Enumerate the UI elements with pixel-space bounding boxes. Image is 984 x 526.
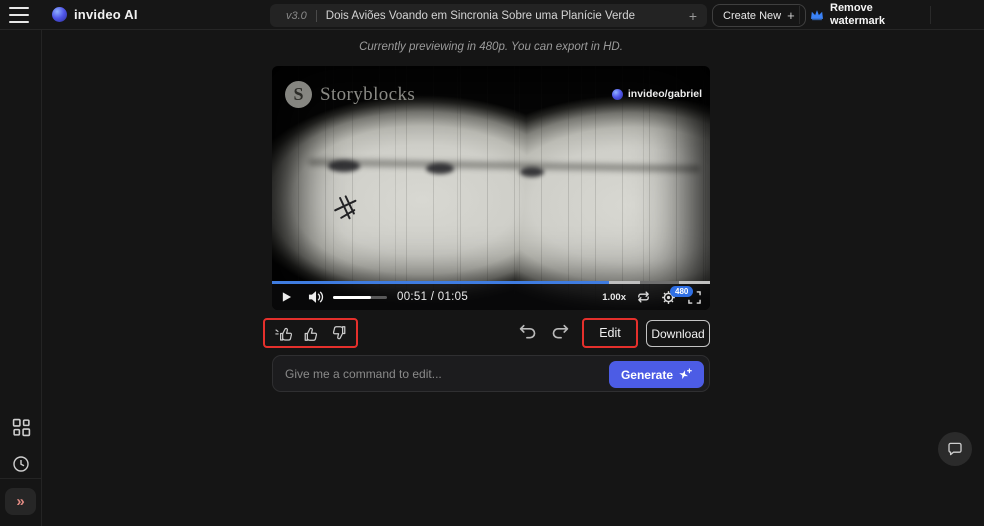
control-bar: 00:51 / 01:05 1.00x 480 — [272, 284, 710, 310]
seek-bar-segment — [639, 281, 680, 284]
play-button[interactable] — [281, 291, 292, 303]
redo-button[interactable] — [550, 324, 569, 340]
brand: invideo AI — [52, 7, 138, 22]
volume-button[interactable] — [308, 290, 325, 304]
support-chat-button[interactable] — [938, 432, 972, 466]
undo-button[interactable] — [519, 324, 538, 340]
left-sidebar: » — [0, 30, 42, 526]
create-new-label: Create New — [723, 9, 782, 22]
expand-sidebar-button[interactable]: » — [5, 488, 36, 515]
crown-icon — [811, 10, 823, 21]
undo-icon — [519, 324, 536, 339]
generate-button[interactable]: Generate — [608, 361, 704, 388]
project-title: Dois Aviões Voando em Sincronia Sobre um… — [325, 9, 635, 22]
edit-button[interactable]: Edit — [584, 320, 636, 346]
invideo-logo-icon — [52, 7, 67, 22]
generate-label: Generate — [620, 367, 673, 382]
thumbs-up-icon — [304, 327, 318, 341]
thumbs-up-button[interactable] — [303, 325, 320, 342]
sparkle-icon — [679, 368, 692, 380]
history-clock-icon — [13, 456, 29, 472]
storyblocks-label: Storyblocks — [320, 83, 416, 105]
seek-bar[interactable] — [272, 281, 710, 284]
project-title-bar[interactable]: v3.0 Dois Aviões Voando em Sincronia Sob… — [270, 4, 707, 27]
video-controls: 00:51 / 01:05 1.00x 480 — [272, 281, 710, 310]
loop-button[interactable] — [636, 290, 651, 304]
thumbs-down-button[interactable] — [330, 325, 347, 342]
command-bar: Generate — [272, 355, 710, 392]
distant-plane-blur — [520, 167, 544, 177]
version-label: v3.0 — [286, 9, 307, 22]
download-button[interactable]: Download — [646, 320, 710, 347]
top-header: invideo AI v3.0 Dois Aviões Voando em Si… — [0, 0, 984, 30]
playback-speed-button[interactable]: 1.00x — [602, 292, 626, 303]
storyblocks-watermark: S Storyblocks — [285, 81, 415, 108]
invideo-logo-icon — [611, 88, 623, 100]
settings-control: 480 — [661, 285, 694, 305]
remove-watermark-label: Remove watermark — [830, 2, 886, 27]
user-watermark-label: invideo/gabriel — [627, 88, 702, 100]
aircraft-silhouette — [330, 191, 363, 230]
sidebar-divider — [0, 478, 41, 479]
time-display: 00:51 / 01:05 — [397, 291, 469, 303]
hamburger-menu-icon[interactable] — [9, 7, 33, 23]
plus-icon: + — [787, 8, 795, 23]
loop-icon — [638, 291, 649, 303]
remove-watermark-button[interactable]: Remove watermark — [810, 2, 890, 28]
invideo-app: invideo AI v3.0 Dois Aviões Voando em Si… — [0, 0, 984, 526]
distant-plane-blur — [328, 160, 360, 172]
title-separator — [315, 9, 317, 22]
preview-quality-note: Currently previewing in 480p. You can ex… — [359, 41, 623, 53]
app-name: invideo AI — [74, 7, 138, 22]
quality-badge[interactable]: 480 — [670, 285, 694, 297]
action-row: Edit Download — [263, 317, 710, 350]
chat-bubble-icon — [948, 442, 962, 456]
history-button[interactable] — [9, 452, 33, 476]
user-watermark: invideo/gabriel — [611, 88, 702, 100]
new-chat-plus-icon[interactable]: + — [689, 9, 697, 23]
apps-grid-icon — [12, 418, 30, 436]
header-divider — [930, 6, 931, 24]
volume-slider-fill — [333, 295, 371, 299]
create-new-button[interactable]: Create New + — [712, 4, 806, 27]
play-icon — [282, 292, 292, 302]
seek-bar-fill — [272, 281, 610, 284]
storyblocks-logo-icon: S — [285, 81, 312, 108]
strong-thumbs-up-button[interactable] — [274, 325, 294, 342]
volume-slider[interactable] — [333, 295, 387, 299]
apps-grid-button[interactable] — [9, 415, 33, 439]
edit-highlight-box: Edit — [582, 318, 638, 348]
strong-thumbs-up-icon — [274, 327, 292, 341]
header-divider — [799, 6, 800, 24]
distant-plane-blur — [426, 163, 454, 174]
thumbs-down-icon — [332, 325, 345, 339]
video-player[interactable]: S Storyblocks invideo/gabriel 00:51 / 01… — [272, 66, 710, 310]
volume-icon — [308, 291, 324, 303]
feedback-highlight-box — [263, 318, 358, 348]
redo-icon — [552, 324, 569, 339]
